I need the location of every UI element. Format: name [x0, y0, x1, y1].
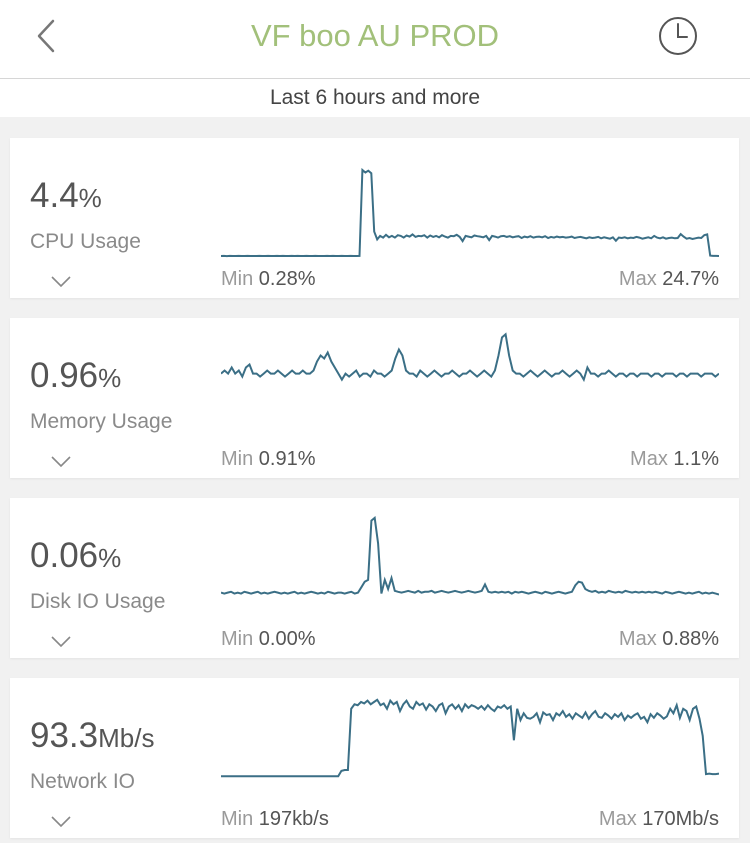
- network-io-sparkline: [221, 698, 719, 778]
- metric-label: CPU Usage: [30, 230, 141, 253]
- chevron-down-icon: [51, 276, 71, 288]
- min-stat: Min 0.00%: [221, 628, 316, 650]
- min-stat: Min 0.91%: [221, 448, 316, 470]
- max-stat: Max 24.7%: [618, 268, 719, 290]
- metric-value: 93.3Mb/s: [30, 716, 155, 755]
- metric-value: 4.4%: [30, 176, 102, 215]
- metric-card-memory[interactable]: 0.96% Memory Usage Min 0.91% Max 1.1%: [10, 318, 739, 478]
- metric-card-network-io[interactable]: 93.3Mb/s Network IO Min 197kb/s Max 170M…: [10, 678, 739, 838]
- chevron-down-icon: [51, 456, 71, 468]
- metric-card-cpu[interactable]: 4.4% CPU Usage Min 0.28% Max 24.7%: [10, 138, 739, 298]
- chevron-down-icon: [51, 816, 71, 828]
- max-stat: Max 0.88%: [618, 628, 719, 650]
- max-stat: Max 1.1%: [630, 448, 719, 470]
- history-button[interactable]: [656, 14, 700, 58]
- memory-sparkline: [221, 330, 719, 390]
- disk-io-sparkline: [221, 516, 719, 600]
- metric-label: Network IO: [30, 770, 136, 793]
- sparkline-line: [221, 700, 719, 776]
- min-stat: Min 197kb/s: [221, 808, 329, 830]
- metric-label: Disk IO Usage: [30, 590, 166, 613]
- page-title: VF boo AU PROD: [250, 18, 500, 53]
- sparkline-line: [221, 334, 719, 379]
- sparkline-line: [221, 518, 719, 595]
- min-stat: Min 0.28%: [221, 268, 316, 290]
- expand-button[interactable]: [50, 634, 72, 650]
- app-header: VF boo AU PROD: [0, 0, 750, 79]
- chevron-down-icon: [51, 636, 71, 648]
- metric-value: 0.06%: [30, 536, 122, 575]
- expand-button[interactable]: [50, 454, 72, 470]
- clock-icon: [659, 17, 697, 55]
- timeframe-label: Last 6 hours and more: [0, 79, 750, 117]
- metric-card-disk-io[interactable]: 0.06% Disk IO Usage Min 0.00% Max 0.88%: [10, 498, 739, 658]
- max-stat: Max 170Mb/s: [598, 808, 719, 830]
- expand-button[interactable]: [50, 814, 72, 830]
- sparkline-line: [221, 170, 719, 256]
- metric-value: 0.96%: [30, 356, 122, 395]
- metric-label: Memory Usage: [30, 410, 173, 433]
- cpu-sparkline: [221, 168, 719, 258]
- expand-button[interactable]: [50, 274, 72, 290]
